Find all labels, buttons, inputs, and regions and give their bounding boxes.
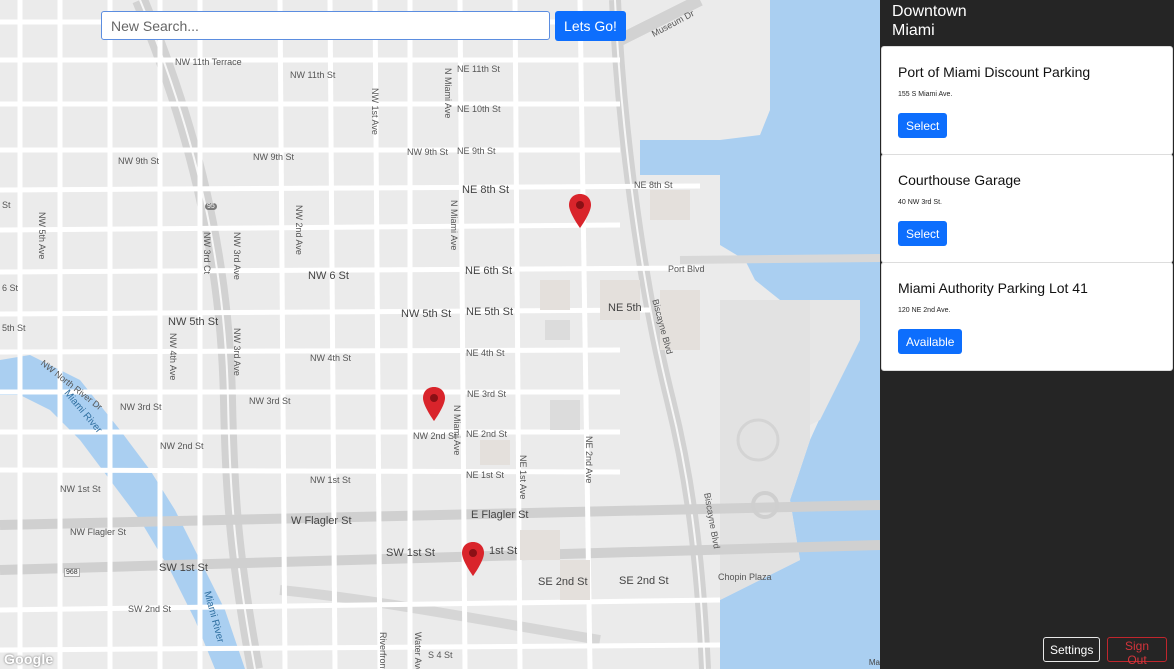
map-street-label: 5th St [2, 323, 26, 333]
map-street-label: 1st St [489, 545, 518, 557]
map-attribution[interactable]: Ma [869, 658, 880, 667]
map-canvas[interactable] [0, 0, 880, 669]
map-street-label: SE 2nd St [538, 576, 588, 588]
map-street-label: NW 4th Ave [168, 333, 178, 381]
parking-card-address: 40 NW 3rd St. [898, 199, 942, 206]
highway-shield-icon: 95 [205, 203, 217, 210]
parking-pin-marker[interactable] [423, 387, 445, 421]
sign-out-button[interactable]: Sign Out [1107, 637, 1167, 667]
map-street-label: NE 5th St [466, 306, 514, 318]
map-street-label: St [2, 200, 11, 210]
map-street-label: NE 8th St [462, 184, 510, 196]
map-street-label: NW 2nd Ave [294, 205, 304, 255]
map-street-label: NE 5th [608, 302, 642, 314]
map-street-label: NW 11th St [290, 70, 336, 80]
map-street-label: NE 1st St [466, 470, 505, 480]
parking-pin-marker[interactable] [569, 194, 591, 228]
map-street-label: NE 4th St [466, 348, 505, 358]
map-street-label: W Flagler St [291, 515, 352, 527]
parking-pin-marker[interactable] [462, 542, 484, 576]
map-street-label: NE 3rd St [467, 389, 507, 399]
map-street-label: NW 4th St [310, 353, 352, 363]
map-street-label: Water Ave [413, 632, 423, 669]
search-submit-button[interactable]: Lets Go! [555, 11, 626, 41]
parking-card-address: 155 S Miami Ave. [898, 91, 953, 98]
map-street-label: SE 2nd St [619, 575, 669, 587]
map-street-label: NW 9th St [118, 156, 160, 166]
map-street-label: NW 3rd Ct [202, 232, 212, 275]
map-street-label: SW 2nd St [128, 604, 172, 614]
map-street-label: NW 9th St [407, 147, 449, 157]
select-parking-button[interactable]: Select [898, 221, 948, 246]
map-street-label: E Flagler St [471, 509, 529, 521]
map-street-label: NE 10th St [457, 104, 501, 114]
parking-card: Port of Miami Discount Parking 155 S Mia… [881, 46, 1173, 155]
parking-card-address: 120 NE 2nd Ave. [898, 307, 951, 314]
map-street-label: NW 5th St [401, 308, 452, 320]
map-street-label: NW 1st St [310, 475, 351, 485]
map-street-label: NW 3rd Ave [232, 232, 242, 280]
map-street-label: NW 5th Ave [37, 212, 47, 260]
parking-card: Miami Authority Parking Lot 41 120 NE 2n… [881, 262, 1173, 371]
map-street-label: NW 1st St [60, 484, 101, 494]
parking-card-title: Port of Miami Discount Parking [898, 64, 1091, 80]
map-street-label: NW 1st Ave [370, 88, 380, 135]
map-street-label: Riverfront [378, 632, 388, 669]
map-street-label: SW 1st St [386, 547, 435, 559]
map-street-label: N Miami Ave [452, 405, 462, 456]
map-street-label: NW 6 St [308, 270, 349, 282]
settings-button[interactable]: Settings [1043, 637, 1100, 662]
map-street-label: N Miami Ave [449, 200, 459, 251]
map-street-label: NW 3rd Ave [232, 328, 242, 376]
map-street-label: NE 2nd St [466, 429, 508, 439]
map-street-label: N Miami Ave [443, 68, 453, 119]
sidebar-title: Downtown Miami [892, 3, 967, 39]
parking-card-title: Courthouse Garage [898, 172, 1021, 188]
parking-card-title: Miami Authority Parking Lot 41 [898, 280, 1088, 296]
map-street-label: NW 5th St [168, 316, 219, 328]
available-parking-button[interactable]: Available [898, 329, 963, 354]
map-street-label: NW 2nd St [413, 431, 457, 441]
map-street-label: NE 1st Ave [518, 455, 528, 500]
map-street-label: NE 9th St [457, 146, 496, 156]
map-street-label: NW Flagler St [70, 527, 127, 537]
sidebar: Downtown Miami Port of Miami Discount Pa… [880, 0, 1174, 669]
map-street-label: NE 6th St [465, 265, 513, 277]
map-street-label: NE 11th St [457, 64, 500, 74]
map-view[interactable]: NW 11th Terrace NE 11th St NW 11th St NE… [0, 0, 880, 669]
select-parking-button[interactable]: Select [898, 113, 948, 138]
search-input[interactable] [101, 11, 550, 40]
map-street-label: NE 2nd Ave [584, 436, 594, 484]
map-street-label: NW 9th St [253, 152, 295, 162]
map-street-label: NW 11th Terrace [175, 57, 242, 67]
map-street-label: SW 1st St [159, 562, 208, 574]
parking-card: Courthouse Garage 40 NW 3rd St. Select [881, 154, 1173, 263]
map-street-label: Port Blvd [668, 264, 705, 274]
map-street-label: NW 3rd St [249, 396, 291, 406]
map-street-label: 6 St [2, 283, 19, 293]
map-street-label: S 4 St [428, 650, 453, 660]
map-street-label: Chopin Plaza [718, 572, 772, 582]
map-street-label: NE 8th St [634, 180, 673, 190]
google-logo: Google [4, 651, 54, 667]
map-street-label: NW 2nd St [160, 441, 204, 451]
highway-shield-icon: 968 [64, 568, 80, 577]
map-street-label: NW 3rd St [120, 402, 162, 412]
